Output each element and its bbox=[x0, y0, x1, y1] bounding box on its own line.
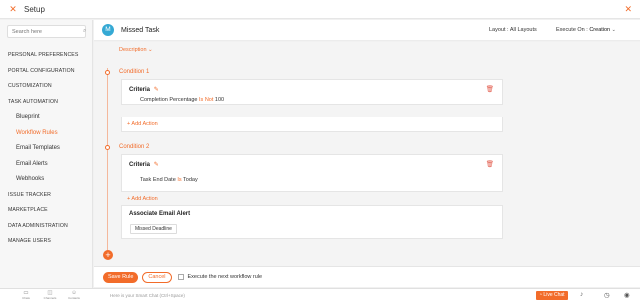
search-icon[interactable]: ⌕ bbox=[83, 28, 86, 35]
contacts-label: Contacts bbox=[68, 296, 80, 300]
pencil-icon[interactable]: ✎ bbox=[154, 162, 159, 168]
timeline-line bbox=[107, 68, 108, 254]
sidebar-item-customization[interactable]: CUSTOMIZATION bbox=[0, 79, 92, 95]
sidebar-item-portal-configuration[interactable]: PORTAL CONFIGURATION bbox=[0, 64, 92, 80]
condition-1-label[interactable]: Condition 1 bbox=[119, 69, 149, 75]
timeline-node bbox=[105, 145, 110, 150]
timeline-node bbox=[105, 70, 110, 75]
sidebar-item-issue-tracker[interactable]: ISSUE TRACKER bbox=[0, 188, 92, 204]
chats-icon[interactable]: ▭ Chats bbox=[19, 290, 33, 300]
cancel-button[interactable]: Cancel bbox=[142, 271, 172, 283]
channels-icon[interactable]: ◫ Channels bbox=[43, 290, 57, 300]
criteria-value: 100 bbox=[214, 97, 225, 103]
contacts-icon[interactable]: ☺ Contacts bbox=[67, 290, 81, 300]
email-alert-action: Associate Email Alert Missed Deadline bbox=[121, 205, 503, 239]
condition-2-label[interactable]: Condition 2 bbox=[119, 144, 149, 150]
criteria-field: Task End Date bbox=[140, 177, 176, 183]
trash-icon[interactable]: 🗑 bbox=[486, 85, 494, 93]
sidebar-item-email-templates[interactable]: Email Templates bbox=[0, 141, 92, 157]
criteria-value: Today bbox=[183, 177, 198, 183]
sidebar-item-manage-users[interactable]: MANAGE USERS bbox=[0, 234, 92, 250]
criteria-expression: Completion Percentage Is Not 100 bbox=[140, 97, 224, 103]
setup-logo-icon: ✕ bbox=[9, 4, 17, 14]
add-action-button[interactable]: + Add Action bbox=[127, 121, 158, 127]
sidebar-nav: PERSONAL PREFERENCES PORTAL CONFIGURATIO… bbox=[0, 48, 92, 250]
live-chat-button[interactable]: ◔ Live Chat bbox=[536, 291, 568, 300]
criteria-title: Criteria ✎ bbox=[129, 161, 159, 168]
top-bar: ✕ Setup ✕ bbox=[0, 0, 640, 19]
criteria-title: Criteria ✎ bbox=[129, 86, 159, 93]
description-toggle[interactable]: Description ⌄ bbox=[119, 47, 153, 53]
notification-icon[interactable]: ◉ bbox=[624, 291, 630, 299]
layout-label: Layout : bbox=[489, 27, 509, 33]
save-rule-button[interactable]: Save Rule bbox=[103, 271, 139, 283]
description-label: Description bbox=[119, 47, 147, 53]
app-title: Setup bbox=[24, 4, 45, 14]
sidebar-item-personal-preferences[interactable]: PERSONAL PREFERENCES bbox=[0, 48, 92, 64]
criteria-field: Completion Percentage bbox=[140, 97, 198, 103]
criteria-label: Criteria bbox=[129, 162, 151, 168]
sidebar-item-email-alerts[interactable]: Email Alerts bbox=[0, 157, 92, 173]
clock-icon[interactable]: ◷ bbox=[604, 291, 610, 299]
action-title: Associate Email Alert bbox=[129, 211, 191, 217]
channels-label: Channels bbox=[43, 296, 57, 300]
condition-1-actions bbox=[121, 117, 503, 132]
rule-header: M Missed Task Layout : All Layouts Execu… bbox=[94, 20, 640, 41]
sidebar-item-workflow-rules[interactable]: Workflow Rules bbox=[0, 126, 92, 142]
form-footer: Save Rule Cancel Execute the next workfl… bbox=[94, 266, 640, 287]
mute-icon[interactable]: ♪ bbox=[580, 291, 583, 298]
close-icon[interactable]: ✕ bbox=[624, 4, 632, 15]
smart-chat-input[interactable]: Here is your Smart Chat (Ctrl+Space) bbox=[110, 293, 185, 298]
sidebar-item-marketplace[interactable]: MARKETPLACE bbox=[0, 203, 92, 219]
execute-next-checkbox[interactable] bbox=[177, 274, 184, 280]
execute-value: Creation bbox=[589, 27, 611, 33]
criteria-expression: Task End Date Is Today bbox=[140, 177, 198, 183]
avatar: M bbox=[102, 24, 114, 36]
criteria-operator: Is Not bbox=[199, 97, 214, 103]
pencil-icon[interactable]: ✎ bbox=[154, 87, 159, 93]
sidebar: ⌕ PERSONAL PREFERENCES PORTAL CONFIGURAT… bbox=[0, 20, 93, 288]
execute-on-selector[interactable]: Execute On : Creation ⌄ bbox=[556, 27, 616, 33]
condition-2-criteria-card: Criteria ✎ 🗑 Task End Date Is Today bbox=[121, 154, 503, 192]
live-chat-icon: ◔ bbox=[539, 292, 543, 298]
rule-name: Missed Task bbox=[121, 26, 160, 34]
search-input[interactable] bbox=[12, 28, 83, 35]
execute-next-label: Execute the next workflow rule bbox=[187, 274, 263, 280]
trash-icon[interactable]: 🗑 bbox=[486, 160, 494, 168]
criteria-operator: Is bbox=[177, 177, 182, 183]
layout-value: All Layouts bbox=[509, 27, 537, 33]
add-condition-button[interactable]: + bbox=[103, 250, 113, 260]
criteria-label: Criteria bbox=[129, 87, 151, 93]
execute-label: Execute On : bbox=[556, 27, 588, 33]
rule-editor: Description ⌄ Condition 1 Criteria ✎ 🗑 C… bbox=[94, 42, 640, 266]
bottom-bar: ▭ Chats ◫ Channels ☺ Contacts Here is yo… bbox=[0, 288, 640, 301]
add-action-button[interactable]: + Add Action bbox=[127, 196, 158, 202]
sidebar-item-task-automation[interactable]: TASK AUTOMATION bbox=[0, 95, 92, 111]
chevron-down-icon: ⌄ bbox=[611, 27, 616, 33]
sidebar-item-data-administration[interactable]: DATA ADMINISTRATION bbox=[0, 219, 92, 235]
sidebar-search[interactable]: ⌕ bbox=[7, 25, 86, 38]
live-chat-label: Live Chat bbox=[543, 292, 565, 298]
sidebar-item-webhooks[interactable]: Webhooks bbox=[0, 172, 92, 188]
condition-1-criteria-card: Criteria ✎ 🗑 Completion Percentage Is No… bbox=[121, 79, 503, 105]
chats-label: Chats bbox=[22, 296, 30, 300]
email-alert-pill[interactable]: Missed Deadline bbox=[130, 224, 177, 234]
chevron-down-icon: ⌄ bbox=[148, 47, 153, 53]
sidebar-item-blueprint[interactable]: Blueprint bbox=[0, 110, 92, 126]
layout-selector[interactable]: Layout : All Layouts bbox=[489, 27, 537, 33]
